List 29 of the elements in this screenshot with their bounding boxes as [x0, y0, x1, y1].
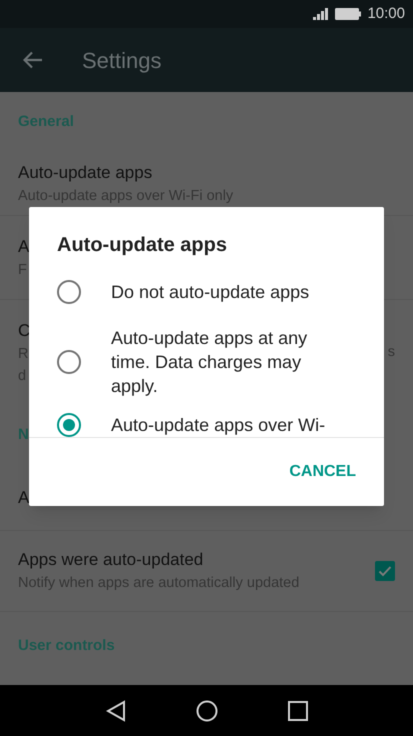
radio-button[interactable] — [57, 280, 81, 304]
setting-title[interactable]: C — [18, 320, 30, 342]
radio-button[interactable] — [57, 413, 81, 437]
signal-icon — [313, 8, 330, 20]
square-icon[interactable] — [288, 700, 308, 720]
radio-option[interactable]: Do not auto-update apps — [29, 263, 384, 321]
setting-title[interactable]: A — [18, 236, 30, 258]
cancel-button[interactable]: CANCEL — [281, 454, 364, 490]
check-icon — [378, 565, 392, 577]
home-circle-icon[interactable] — [196, 700, 218, 722]
back-triangle-icon[interactable] — [106, 700, 126, 722]
radio-option[interactable]: Auto-update apps over Wi- — [29, 404, 384, 437]
setting-title[interactable]: A — [18, 486, 30, 508]
checkbox[interactable] — [375, 561, 395, 581]
app-bar-title: Settings — [82, 46, 162, 75]
option-label: Do not auto-update apps — [111, 280, 310, 304]
dialog-title: Auto-update apps — [57, 233, 228, 258]
setting-title[interactable]: Apps were auto-updated — [18, 549, 204, 571]
section-header: General — [18, 112, 74, 132]
section-header: User controls — [18, 636, 115, 656]
radio-option[interactable]: Auto-update apps at any time. Data charges may apply. — [29, 320, 384, 404]
setting-title[interactable]: Auto-update apps — [18, 162, 152, 184]
battery-icon — [335, 8, 362, 20]
option-label: Auto-update apps over Wi- — [111, 414, 326, 437]
back-arrow-icon — [23, 51, 43, 69]
status-time: 10:00 — [367, 4, 405, 24]
section-header: N — [18, 424, 29, 445]
option-label: Auto-update apps at any time. Data charges may apply. — [111, 327, 308, 398]
radio-button[interactable] — [57, 350, 81, 374]
